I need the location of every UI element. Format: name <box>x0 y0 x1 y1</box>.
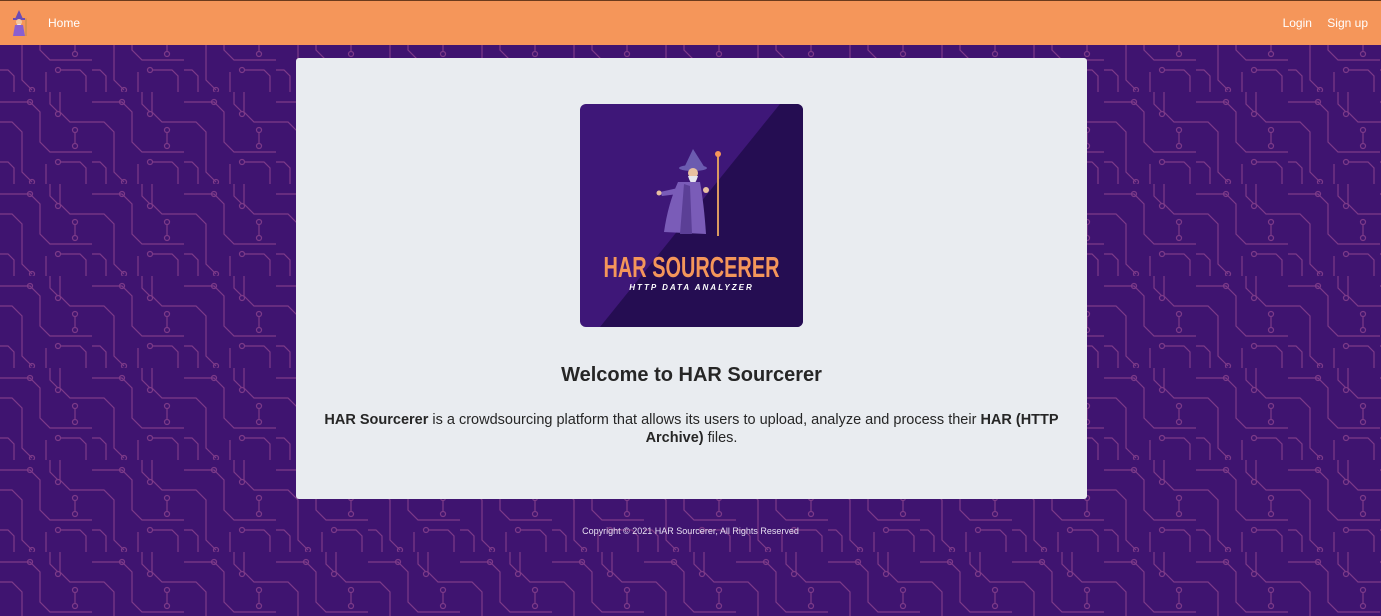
nav-signup-link[interactable]: Sign up <box>1327 16 1368 30</box>
logo-subtitle: HTTP DATA ANALYZER <box>629 283 753 292</box>
top-navbar: Home Login Sign up <box>0 0 1381 45</box>
logo-title: HAR SOURCERER <box>604 252 780 284</box>
welcome-title: Welcome to HAR Sourcerer <box>561 364 822 386</box>
brand-name: HAR Sourcerer <box>324 412 429 428</box>
footer-copyright: Copyright © 2021 HAR Sourcerer, All Righ… <box>582 526 799 536</box>
welcome-card: HAR SOURCERER HTTP DATA ANALYZER Welcome… <box>296 58 1087 499</box>
description-end: files. <box>703 430 738 446</box>
platform-description: HAR Sourcerer is a crowdsourcing platfor… <box>316 411 1067 447</box>
wizard-icon[interactable] <box>8 10 30 36</box>
description-middle: is a crowdsourcing platform that allows … <box>428 412 981 428</box>
har-sourcerer-logo: HAR SOURCERER HTTP DATA ANALYZER <box>580 104 803 327</box>
nav-home-link[interactable]: Home <box>48 16 80 30</box>
nav-auth-links: Login Sign up <box>1271 16 1368 30</box>
nav-login-link[interactable]: Login <box>1283 16 1312 30</box>
